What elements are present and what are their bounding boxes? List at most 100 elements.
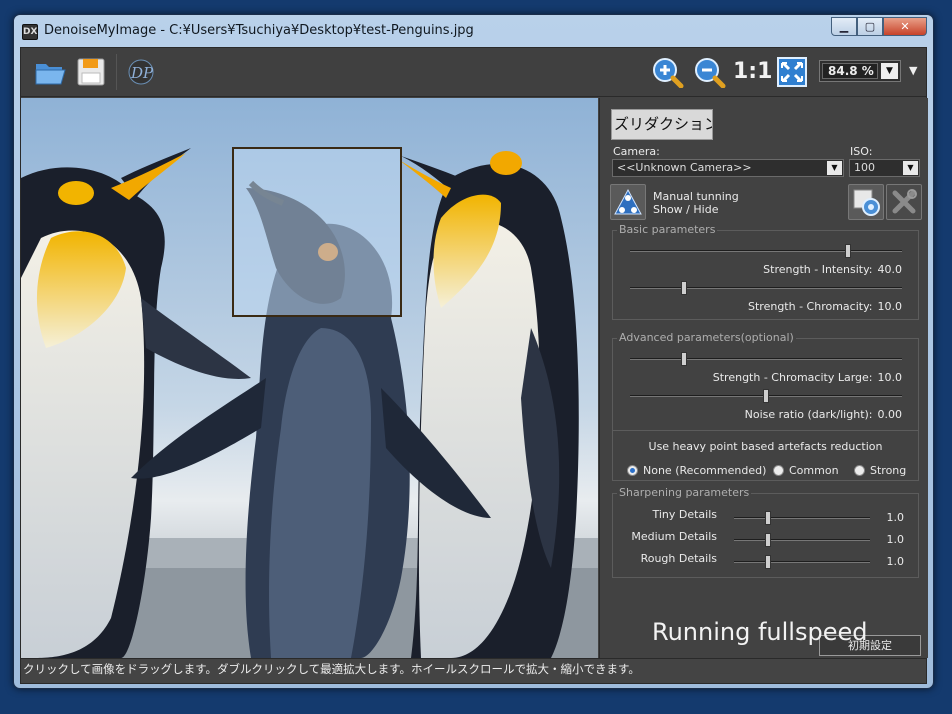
window-controls: ▁ ▢ ✕	[831, 17, 927, 37]
chevron-down-icon[interactable]: ▼	[881, 63, 898, 79]
parameter-value: 40.0	[877, 263, 903, 276]
slider-thumb[interactable]	[765, 511, 771, 525]
fit-screen-button[interactable]	[775, 56, 809, 88]
basic-parameters-group: Basic parameters Strength - Intensity: 40…	[612, 223, 919, 320]
slider-thumb[interactable]	[844, 244, 851, 258]
slider-track	[734, 539, 870, 541]
radio-label: Common	[789, 464, 839, 477]
slider-thumb[interactable]	[765, 533, 771, 547]
show-hide-label[interactable]: Show / Hide	[653, 203, 718, 216]
camera-select[interactable]: <<Unknown Camera>> ▼	[612, 159, 844, 177]
manual-tuning-label: Manual tunning	[653, 190, 739, 203]
parameter-value: 10.0	[877, 300, 903, 313]
sharpening-parameters-title: Sharpening parameters	[617, 486, 752, 499]
wrench-icon	[892, 189, 917, 214]
slider-track	[734, 561, 870, 563]
maximize-button[interactable]: ▢	[857, 17, 883, 36]
sharpen-label: Tiny Details	[652, 508, 717, 521]
parameter-slider[interactable]	[630, 389, 902, 403]
chevron-down-icon: ▼	[903, 161, 918, 175]
advanced-parameters-title: Advanced parameters(optional)	[617, 331, 796, 344]
zoom-in-icon	[653, 58, 684, 89]
svg-text:DP: DP	[130, 64, 154, 82]
iso-label: ISO:	[850, 145, 873, 158]
preview-rectangle[interactable]	[232, 147, 402, 317]
image-viewport[interactable]	[21, 98, 598, 658]
sharpen-slider[interactable]	[734, 555, 870, 569]
slider-track	[630, 287, 902, 289]
radio-button[interactable]	[773, 465, 784, 476]
close-icon: ✕	[900, 20, 910, 33]
status-bar: クリックして画像をドラッグします。ダブルクリックして最適拡大します。ホイールスク…	[21, 658, 926, 683]
zoom-out-button[interactable]	[693, 56, 727, 89]
radio-label: None (Recommended)	[643, 464, 767, 477]
tools-button[interactable]	[886, 184, 922, 220]
basic-parameters-title: Basic parameters	[617, 223, 718, 236]
advanced-parameters-group: Advanced parameters(optional) Strength -…	[612, 331, 919, 481]
zoom-value[interactable]: 84.8 %	[822, 63, 878, 79]
radio-label: Strong	[870, 464, 907, 477]
slider-track	[734, 517, 870, 519]
camera-label: Camera:	[613, 145, 660, 158]
radio-option[interactable]: None (Recommended)	[627, 464, 766, 477]
parameter-value: 10.0	[877, 371, 903, 384]
dp-logo-icon: DP	[128, 59, 154, 85]
parameter-readout: Noise ratio (dark/light): 0.00	[745, 408, 902, 421]
parameter-slider[interactable]	[630, 244, 902, 258]
app-icon: DX	[22, 24, 38, 40]
camera-value: <<Unknown Camera>>	[617, 161, 752, 174]
maximize-icon: ▢	[864, 20, 876, 33]
title-bar[interactable]: DX DenoiseMyImage - C:¥Users¥Tsuchiya¥De…	[14, 15, 933, 47]
divider	[613, 430, 918, 431]
language-button[interactable]: ズリダクション	[611, 109, 713, 140]
sharpen-label: Rough Details	[640, 552, 717, 565]
radio-button[interactable]	[854, 465, 865, 476]
sharpen-value: 1.0	[886, 533, 905, 546]
sharpen-slider[interactable]	[734, 511, 870, 525]
artefacts-label: Use heavy point based artefacts reductio…	[648, 440, 883, 453]
sharpen-value: 1.0	[886, 511, 905, 524]
parameter-readout: Strength - Chromacity Large: 10.0	[713, 371, 902, 384]
radio-option[interactable]: Strong	[854, 464, 906, 477]
slider-thumb[interactable]	[681, 281, 688, 295]
sharpen-slider[interactable]	[734, 533, 870, 547]
toolbar: DP 1:1 84.8 % ▼ ▼	[21, 48, 926, 97]
penguins-image	[21, 98, 598, 658]
parameter-slider[interactable]	[630, 352, 902, 366]
folder-open-icon	[35, 64, 66, 85]
slider-thumb[interactable]	[763, 389, 769, 403]
app-window: DX DenoiseMyImage - C:¥Users¥Tsuchiya¥De…	[13, 14, 934, 689]
radio-option[interactable]: Common	[773, 464, 839, 477]
client-area: DP 1:1 84.8 % ▼ ▼ ズリダクション Camera: <<Unkn…	[20, 47, 928, 684]
settings-gear-button[interactable]	[848, 184, 884, 220]
gear-icon	[853, 189, 880, 216]
zoom-in-button[interactable]	[651, 56, 685, 89]
manual-tuning-button[interactable]	[610, 184, 646, 220]
slider-thumb[interactable]	[765, 555, 771, 569]
triangle-tuning-icon	[614, 188, 642, 215]
menu-triangle-icon[interactable]: ▼	[909, 64, 917, 77]
parameter-readout: Strength - Chromacity: 10.0	[748, 300, 902, 313]
zoom-combo[interactable]: 84.8 % ▼	[819, 60, 901, 82]
parameter-label: Strength - Chromacity:	[748, 300, 873, 313]
settings-panel: ズリダクション Camera: <<Unknown Camera>> ▼ ISO…	[599, 98, 928, 658]
close-button[interactable]: ✕	[883, 17, 927, 36]
parameter-value: 0.00	[877, 408, 903, 421]
save-button[interactable]	[73, 56, 107, 88]
radio-button[interactable]	[627, 465, 638, 476]
running-status: Running fullspeed	[652, 618, 868, 646]
parameter-readout: Strength - Intensity: 40.0	[763, 263, 902, 276]
parameter-label: Strength - Chromacity Large:	[712, 371, 873, 384]
artefacts-options: None (Recommended) Common Strong	[613, 464, 918, 478]
parameter-slider[interactable]	[630, 281, 902, 295]
iso-value: 100	[854, 161, 875, 174]
open-button[interactable]	[33, 56, 67, 88]
zoom-out-icon	[695, 58, 726, 89]
minimize-button[interactable]: ▁	[831, 17, 857, 36]
iso-select[interactable]: 100 ▼	[849, 159, 920, 177]
actual-size-button[interactable]: 1:1	[733, 56, 772, 88]
floppy-save-icon	[77, 58, 105, 86]
slider-thumb[interactable]	[681, 352, 688, 366]
logo-button[interactable]: DP	[124, 56, 158, 88]
slider-track	[630, 250, 902, 252]
